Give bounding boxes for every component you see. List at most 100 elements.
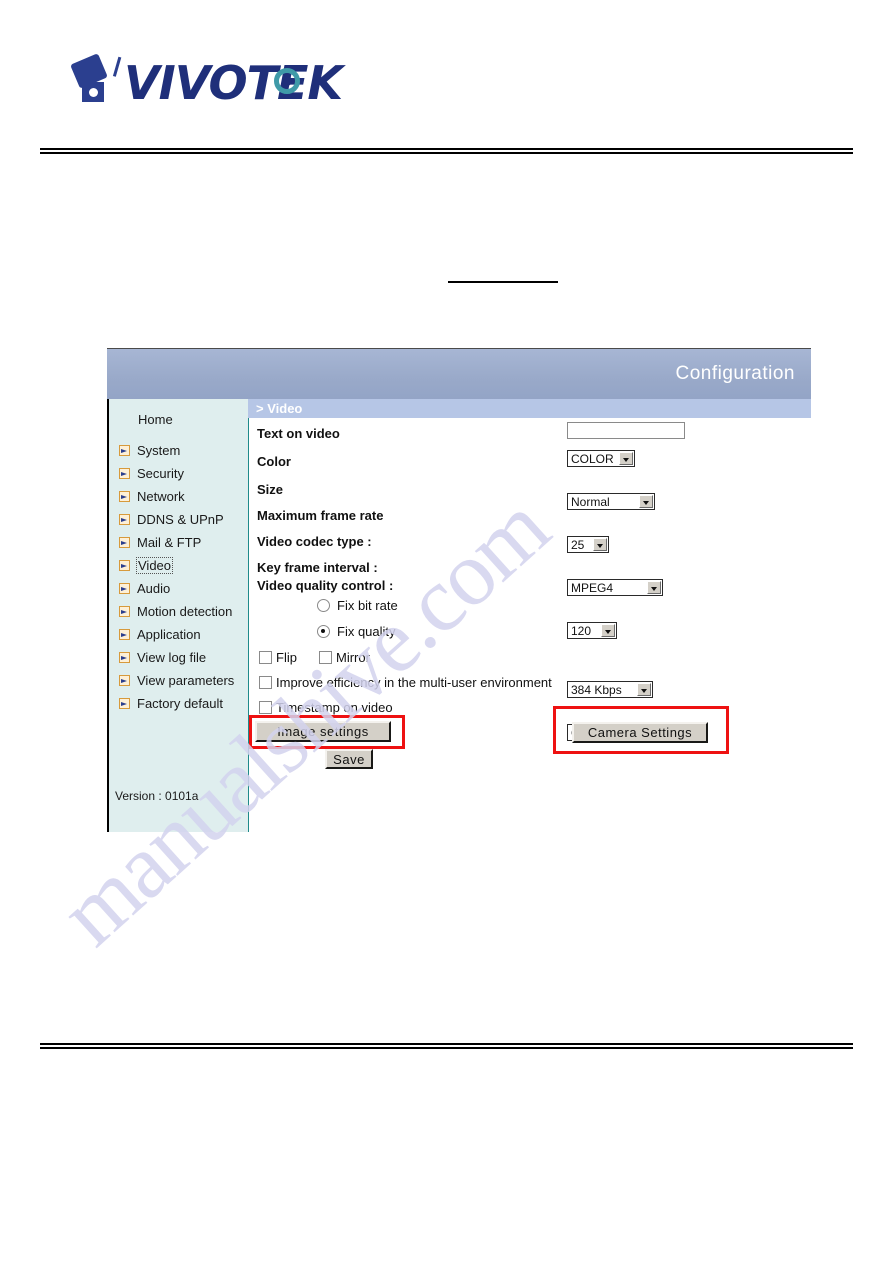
sidebar-item-label: Security <box>137 466 184 481</box>
fix-bit-rate-select[interactable]: 384 Kbps <box>567 681 653 698</box>
label-size: Size <box>257 482 284 497</box>
chevron-down-icon[interactable] <box>639 495 653 508</box>
chevron-down-icon[interactable] <box>593 538 607 551</box>
sidebar-item-label: System <box>137 443 181 458</box>
label-video-codec-type: Video codec type : <box>257 534 372 549</box>
timestamp-on-video-label: Timestamp on video <box>276 700 393 715</box>
color-select-value: COLOR <box>571 451 614 466</box>
max-frame-rate-select[interactable]: 25 <box>567 536 609 553</box>
timestamp-on-video-checkbox-row[interactable]: Timestamp on video <box>259 700 393 715</box>
label-text-on-video: Text on video <box>257 426 340 441</box>
size-select[interactable]: Normal <box>567 493 655 510</box>
improve-efficiency-checkbox[interactable] <box>259 676 272 689</box>
sidebar-item-label: View log file <box>137 650 207 665</box>
flip-checkbox-row[interactable]: Flip <box>259 650 297 665</box>
sidebar-item-label: DDNS & UPnP <box>137 512 224 527</box>
sidebar-item-view-log-file[interactable]: View log file <box>117 646 250 669</box>
sidebar-item-ddns-upnp[interactable]: DDNS & UPnP <box>117 508 250 531</box>
chevron-down-icon[interactable] <box>619 452 633 465</box>
sidebar-item-label: Motion detection <box>137 604 233 619</box>
video-settings-form: Text on video Color Size Maximum frame r… <box>248 418 811 832</box>
sidebar-item-motion-detection[interactable]: Motion detection <box>117 600 250 623</box>
chevron-down-icon[interactable] <box>601 624 615 637</box>
sidebar-item-audio[interactable]: Audio <box>117 577 250 600</box>
arrow-right-icon <box>119 698 130 709</box>
sidebar-item-system[interactable]: System <box>117 439 250 462</box>
arrow-right-icon <box>119 445 130 456</box>
label-color: Color <box>257 454 291 469</box>
mirror-label: Mirror <box>336 650 370 665</box>
arrow-right-icon <box>119 675 130 686</box>
mirror-checkbox[interactable] <box>319 651 332 664</box>
size-select-value: Normal <box>571 494 610 509</box>
flip-label: Flip <box>276 650 297 665</box>
sidebar-item-network[interactable]: Network <box>117 485 250 508</box>
arrow-right-icon <box>119 583 130 594</box>
sidebar-item-label: Audio <box>137 581 171 596</box>
arrow-right-icon <box>119 652 130 663</box>
sidebar-item-application[interactable]: Application <box>117 623 250 646</box>
arrow-right-icon <box>119 468 130 479</box>
sidebar-item-security[interactable]: Security <box>117 462 250 485</box>
fix-quality-radio[interactable] <box>317 625 330 638</box>
brand-name: VIVOTEK <box>124 56 343 110</box>
key-frame-interval-value: 120 <box>571 623 592 638</box>
flip-checkbox[interactable] <box>259 651 272 664</box>
sidebar: Home System Security Network DDNS & UPnP Mai… <box>107 399 248 832</box>
vivotek-wordmark: VIVOTEK <box>124 56 343 110</box>
sidebar-item-label: Network <box>137 489 185 504</box>
page-title: Configuration <box>675 363 795 384</box>
arrow-right-icon <box>119 606 130 617</box>
breadcrumb-bar: > Video <box>248 399 811 418</box>
fix-bit-rate-radio[interactable] <box>317 599 330 612</box>
timestamp-on-video-checkbox[interactable] <box>259 701 272 714</box>
footer-divider <box>40 1043 853 1049</box>
chevron-down-icon[interactable] <box>637 683 651 696</box>
chevron-down-icon[interactable] <box>647 581 661 594</box>
video-codec-type-value: MPEG4 <box>571 580 614 595</box>
video-codec-type-select[interactable]: MPEG4 <box>567 579 663 596</box>
max-frame-rate-value: 25 <box>571 537 585 552</box>
improve-efficiency-label: Improve efficiency in the multi-user env… <box>276 675 552 690</box>
firmware-version: Version : 0101a <box>115 789 199 803</box>
sidebar-item-label: Video <box>135 557 174 574</box>
sidebar-item-label: View parameters <box>137 673 235 688</box>
sidebar-item-view-parameters[interactable]: View parameters <box>117 669 250 692</box>
fix-bit-rate-label: Fix bit rate <box>337 598 398 613</box>
red-box-image-settings <box>249 715 405 749</box>
vivotek-camera-logo-icon <box>70 51 122 114</box>
red-box-camera-settings <box>553 706 729 754</box>
fix-quality-radio-row[interactable]: Fix quality <box>317 624 396 639</box>
vivotek-logo: VIVOTEK <box>70 51 343 114</box>
key-frame-interval-select[interactable]: 120 <box>567 622 617 639</box>
breadcrumb: > Video <box>256 401 303 416</box>
sidebar-item-factory-default[interactable]: Factory default <box>117 692 250 715</box>
arrow-right-icon <box>119 537 130 548</box>
text-on-video-input[interactable] <box>567 422 685 439</box>
improve-efficiency-checkbox-row[interactable]: Improve efficiency in the multi-user env… <box>259 675 552 690</box>
arrow-right-icon <box>119 491 130 502</box>
redacted-underline <box>448 281 558 283</box>
header-divider <box>40 148 853 154</box>
sidebar-item-label: Application <box>137 627 201 642</box>
panel-header: Configuration <box>107 348 811 400</box>
save-button[interactable]: Save <box>325 749 373 769</box>
label-key-frame-interval: Key frame interval : <box>257 560 378 575</box>
sidebar-item-home[interactable]: Home <box>138 412 173 427</box>
sidebar-item-label: Factory default <box>137 696 223 711</box>
sidebar-item-mail-ftp[interactable]: Mail & FTP <box>117 531 250 554</box>
camera-web-ui-panel: Configuration > Video Home System Securit… <box>107 348 811 832</box>
label-max-frame-rate: Maximum frame rate <box>257 508 384 523</box>
logo-o-dot-icon <box>282 76 292 86</box>
sidebar-item-video[interactable]: Video <box>117 554 250 577</box>
fix-quality-label: Fix quality <box>337 624 396 639</box>
label-video-quality-control: Video quality control : <box>257 578 394 593</box>
color-select[interactable]: COLOR <box>567 450 635 467</box>
mirror-checkbox-row[interactable]: Mirror <box>319 650 370 665</box>
sidebar-item-label: Mail & FTP <box>137 535 202 550</box>
fix-bit-rate-radio-row[interactable]: Fix bit rate <box>317 598 398 613</box>
sidebar-menu: System Security Network DDNS & UPnP Mail & F… <box>117 439 250 715</box>
arrow-right-icon <box>119 629 130 640</box>
arrow-right-icon <box>119 560 130 571</box>
arrow-right-icon <box>119 514 130 525</box>
